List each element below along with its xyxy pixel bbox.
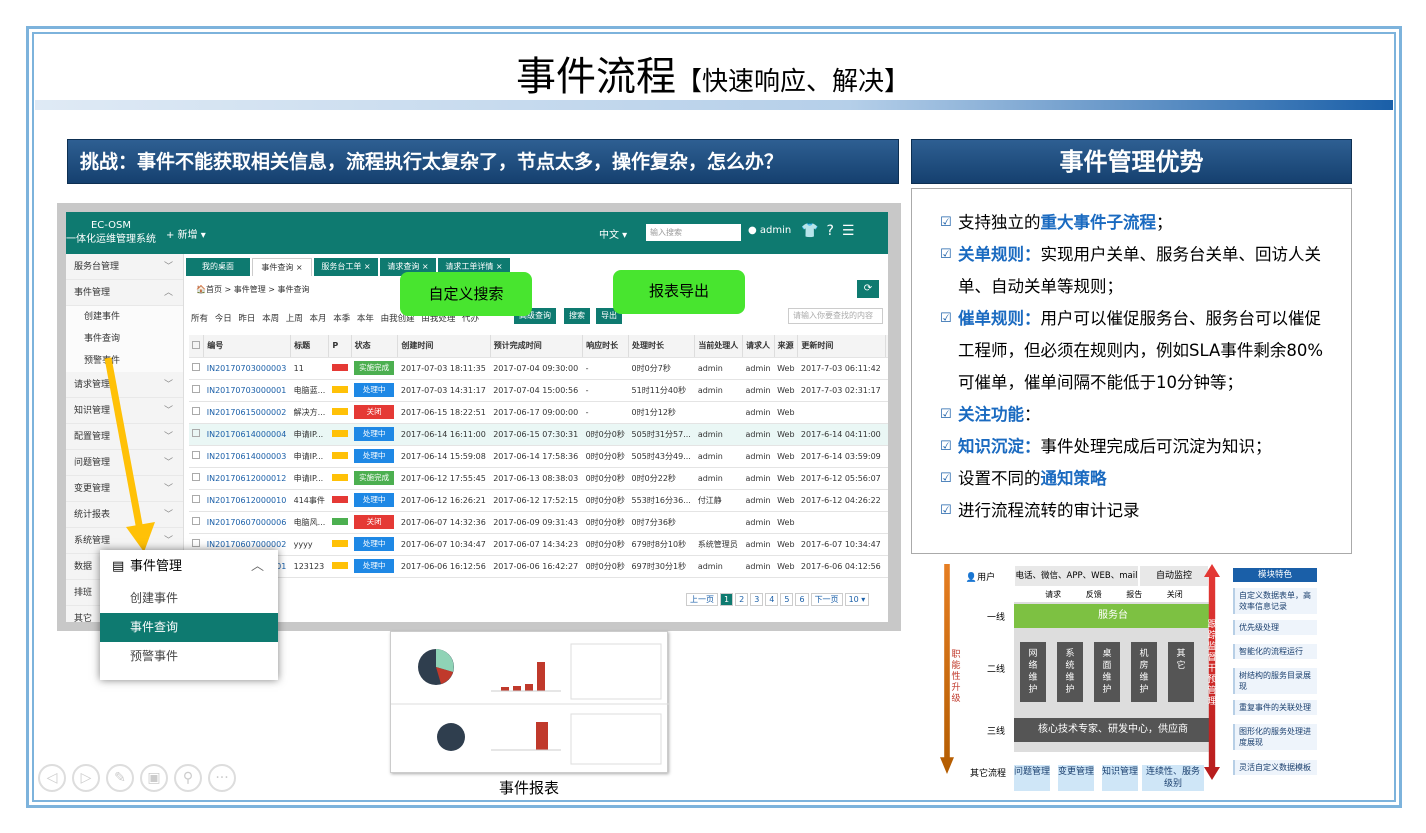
other-process-box: 变更管理: [1058, 765, 1094, 791]
team-char: 系: [1065, 649, 1075, 659]
team-char: 护: [1065, 685, 1075, 695]
team-box: 机房维护: [1131, 642, 1157, 702]
team-char: 维: [1028, 673, 1038, 683]
service-desk-box: 服务台: [1014, 604, 1212, 628]
other-process-box: 问题管理: [1014, 765, 1050, 791]
feature-item: 智能化的流程运行: [1233, 644, 1317, 659]
monitor-box: 自动监控: [1140, 566, 1208, 586]
team-box: 桌面维护: [1094, 642, 1120, 702]
team-char: 桌: [1102, 649, 1112, 659]
team-char: 机: [1139, 649, 1149, 659]
feature-item: 自定义数据表单，高效率信息记录: [1233, 588, 1317, 614]
team-char: 房: [1139, 661, 1149, 671]
team-box: 其它: [1168, 642, 1194, 702]
team-char: 维: [1139, 673, 1149, 683]
report-caption: 事件报表: [498, 779, 559, 797]
team-char: 护: [1139, 685, 1149, 695]
channel-box: 电话、微信、APP、WEB、mail: [1015, 566, 1138, 586]
team-box: 系统维护: [1057, 642, 1083, 702]
popup-event-query[interactable]: 事件查询: [100, 613, 278, 642]
chevron-up-icon: ︿: [250, 559, 264, 574]
menu-zoom-popup: ▤ 事件管理 ︿ 创建事件 事件查询 预警事件: [100, 550, 278, 680]
team-char: 其: [1176, 649, 1186, 659]
popup-warning-event[interactable]: 预警事件: [100, 642, 278, 671]
team-char: 面: [1102, 661, 1112, 671]
tier-label: 三线: [986, 727, 1005, 737]
user-label: 👤用户: [965, 573, 996, 583]
tier-label: 一线: [986, 613, 1005, 623]
feature-item: 图形化的服务处理进度展现: [1233, 724, 1317, 750]
popup-create-event[interactable]: 创建事件: [100, 584, 278, 613]
tier3-box: 核心技术专家、研发中心，供应商: [1014, 718, 1212, 742]
team-box: 网络维护: [1020, 642, 1046, 702]
team-char: 网: [1028, 649, 1038, 659]
team-char: 护: [1102, 685, 1112, 695]
slide-control-icon[interactable]: ✎: [106, 764, 134, 792]
feature-item: 树结构的服务目录展现: [1233, 668, 1317, 694]
right-label: 跟踪监督干预管理: [1207, 620, 1217, 707]
team-char: 络: [1028, 661, 1038, 671]
team-char: 维: [1065, 673, 1075, 683]
other-process-box: 知识管理: [1102, 765, 1138, 791]
slide-control-icon[interactable]: ◁: [38, 764, 66, 792]
other-process-box: 连续性、服务级别: [1142, 765, 1204, 791]
event-flow-diagram: 职能性升级 👤用户 电话、微信、APP、WEB、mail 自动监控 请求 反馈 …: [940, 560, 1320, 796]
left-label: 职能性升级: [951, 650, 961, 704]
team-char: 统: [1065, 661, 1075, 671]
slide-control-icon[interactable]: ···: [208, 764, 236, 792]
popup-head[interactable]: ▤ 事件管理 ︿: [100, 550, 278, 584]
slide-control-icon[interactable]: ⚲: [174, 764, 202, 792]
tier-label: 二线: [986, 665, 1005, 675]
team-char: 它: [1176, 661, 1186, 671]
team-char: 护: [1028, 685, 1038, 695]
feature-item: 重复事件的关联处理: [1233, 700, 1317, 715]
slide-controls[interactable]: ◁ ▷ ✎ ▣ ⚲ ···: [38, 764, 242, 792]
doc-icon: ▤: [112, 559, 125, 574]
slide-control-icon[interactable]: ▷: [72, 764, 100, 792]
report-thumbnail: [390, 631, 669, 773]
flow-labels: 请求 反馈 报告 关闭: [1045, 590, 1183, 599]
slide-control-icon[interactable]: ▣: [140, 764, 168, 792]
team-char: 维: [1102, 673, 1112, 683]
feature-head: 模块特色: [1233, 568, 1317, 582]
tier-label: 其它流程: [969, 769, 1006, 779]
feature-item: 灵活自定义数据模板: [1233, 760, 1317, 775]
feature-item: 优先级处理: [1233, 620, 1317, 635]
